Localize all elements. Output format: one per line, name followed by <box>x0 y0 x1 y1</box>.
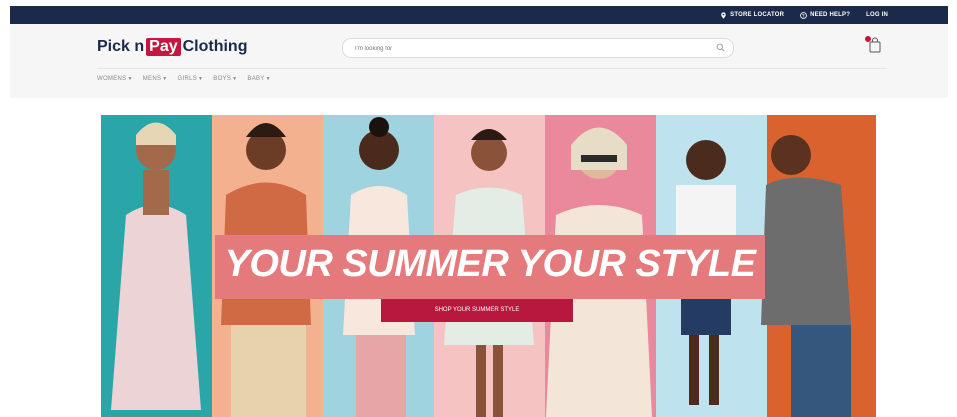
nav-baby-label: BABY <box>247 76 265 82</box>
top-utility-bar: STORE LOCATOR ? NEED HELP? LOG IN <box>10 6 948 24</box>
logo-pay: Pay <box>146 38 181 56</box>
hero-banner[interactable]: YOUR SUMMER YOUR STYLE SHOP YOUR SUMMER … <box>101 115 876 417</box>
chevron-down-icon: ▼ <box>127 76 133 82</box>
store-locator-label: STORE LOCATOR <box>730 12 785 18</box>
nav-womens-label: WOMENS <box>97 76 127 82</box>
chevron-down-icon: ▼ <box>265 76 271 82</box>
nav-baby[interactable]: BABY ▼ <box>247 76 270 82</box>
hero-headline: YOUR SUMMER YOUR STYLE <box>224 243 756 285</box>
nav-girls-label: GIRLS <box>177 76 198 82</box>
nav-boys-label: BOYS <box>213 76 232 82</box>
logo-clothing: Clothing <box>182 38 248 55</box>
shop-summer-style-button[interactable]: SHOP YOUR SUMMER STYLE <box>381 299 573 322</box>
nav-womens[interactable]: WOMENS ▼ <box>97 76 133 82</box>
need-help-link[interactable]: ? NEED HELP? <box>800 11 851 19</box>
utility-links: STORE LOCATOR ? NEED HELP? LOG IN <box>720 6 888 24</box>
site-header: Pick n Pay Clothing WOMENS▼ MENS▼ GIRLS▼… <box>10 24 948 98</box>
logo-pick: Pick n <box>97 38 145 55</box>
store-locator-link[interactable]: STORE LOCATOR <box>720 11 785 19</box>
nav-boys[interactable]: BOYS ▼ <box>213 76 237 82</box>
category-nav: WOMENS ▼ MENS ▼ GIRLS ▼ BOYS ▼ BABY ▼ <box>97 76 271 82</box>
pick-n-pay-clothing-logo[interactable]: Pick n Pay Clothing <box>97 38 247 56</box>
nav-mens-label: MENS <box>142 76 162 82</box>
nav-girls[interactable]: GIRLS ▼ <box>178 76 204 82</box>
need-help-label: NEED HELP? <box>810 12 851 18</box>
location-pin-icon <box>721 11 726 19</box>
shopping-bag-button[interactable] <box>865 36 883 54</box>
chevron-down-icon: ▼ <box>162 76 168 82</box>
nav-mens[interactable]: MENS ▼ <box>143 76 168 82</box>
help-circle-icon: ? <box>800 11 807 19</box>
headline-banner: YOUR SUMMER YOUR STYLE <box>215 235 765 299</box>
search-bar <box>342 38 734 58</box>
svg-text:?: ? <box>802 13 805 18</box>
search-icon[interactable] <box>716 43 725 52</box>
chevron-down-icon: ▼ <box>232 76 238 82</box>
chevron-down-icon: ▼ <box>198 76 204 82</box>
login-label: LOG IN <box>866 12 888 18</box>
header-divider <box>97 68 887 69</box>
login-link[interactable]: LOG IN <box>866 12 888 18</box>
search-input[interactable] <box>353 42 697 56</box>
cart-count-badge <box>865 36 871 42</box>
